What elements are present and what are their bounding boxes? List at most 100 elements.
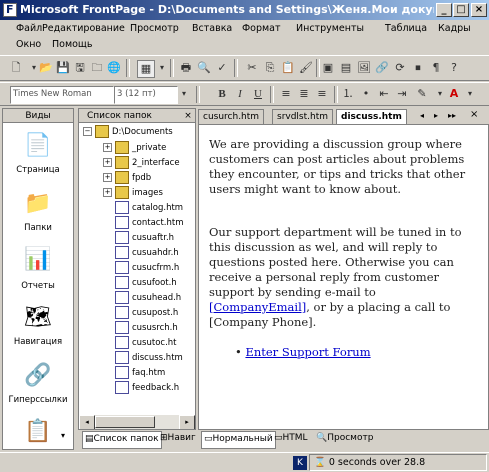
file-row[interactable]: cususrch.h — [115, 321, 178, 336]
file-row[interactable]: cusucfrm.h — [115, 261, 179, 276]
menu-format[interactable]: Формат — [242, 23, 281, 34]
page-editor[interactable]: We are providing a discussion group wher… — [198, 124, 489, 430]
tab-preview[interactable]: 🔍Просмотр — [316, 431, 373, 447]
minimize-button[interactable]: _ — [436, 3, 452, 17]
menu-help[interactable]: Помощь — [52, 39, 92, 50]
cut-icon[interactable]: ✂ — [244, 60, 260, 76]
tasks-view-icon[interactable]: 📋 — [23, 417, 53, 447]
refresh-icon[interactable]: ⟳ — [392, 60, 408, 76]
close-button[interactable]: × — [471, 3, 487, 17]
file-row[interactable]: cusufoot.h — [115, 276, 177, 291]
tab-srvdlst[interactable]: srvdlst.htm — [272, 109, 334, 125]
print-icon[interactable]: 🖶 — [178, 60, 194, 76]
views-label-hyperlinks[interactable]: Гиперссылки — [3, 395, 73, 405]
file-row[interactable]: cusuhead.h — [115, 291, 181, 306]
tab-cusurch[interactable]: cusurch.htm — [198, 109, 265, 125]
hyperlinks-view-icon[interactable]: 🔗 — [23, 361, 53, 391]
save-icon[interactable]: 💾 — [55, 60, 71, 76]
file-row[interactable]: feedback.h — [115, 381, 179, 396]
views-dropdown-icon[interactable]: ▾ — [154, 60, 170, 76]
folder-row[interactable]: +2_interface — [103, 156, 180, 171]
file-row[interactable]: contact.htm — [115, 216, 184, 231]
align-left-icon[interactable]: ≡ — [278, 86, 294, 102]
file-row[interactable]: cusuaftr.h — [115, 231, 174, 246]
new-page-icon[interactable]: 🗋 — [8, 60, 24, 76]
folder-root[interactable]: − D:\Documents — [83, 125, 173, 140]
font-color-dropdown-icon[interactable]: ▾ — [462, 86, 478, 102]
help-icon[interactable]: ? — [446, 60, 462, 76]
copy-icon[interactable]: ⎘ — [262, 60, 278, 76]
font-combo[interactable]: Times New Roman — [10, 86, 114, 104]
align-center-icon[interactable]: ≣ — [296, 86, 312, 102]
views-label-folders[interactable]: Папки — [3, 223, 73, 233]
menu-view[interactable]: Просмотр — [130, 23, 179, 34]
font-size-combo[interactable]: 3 (12 пт) — [114, 86, 178, 104]
bold-button[interactable]: B — [214, 86, 230, 102]
maximize-button[interactable]: □ — [453, 3, 469, 17]
tab-discuss[interactable]: discuss.htm — [336, 109, 407, 125]
file-row[interactable]: cusupost.h — [115, 306, 178, 321]
scroll-left-icon[interactable]: ◂ — [79, 415, 95, 429]
insert-component-icon[interactable]: ▣ — [320, 60, 336, 76]
reports-view-icon[interactable]: 📊 — [23, 245, 53, 275]
size-dropdown-icon[interactable]: ▾ — [176, 86, 192, 102]
format-painter-icon[interactable]: 🖌 — [298, 60, 314, 76]
file-row[interactable]: faq.htm — [115, 366, 165, 381]
navigation-view-icon[interactable]: 🗺 — [23, 303, 53, 333]
insert-table-icon[interactable]: ▤ — [338, 60, 354, 76]
hyperlink-icon[interactable]: 🔗 — [374, 60, 390, 76]
publish-icon[interactable]: 🖫 — [72, 60, 88, 76]
tab-navigation[interactable]: ⊞Навиг — [160, 431, 196, 447]
file-row[interactable]: catalog.htm — [115, 201, 183, 216]
numbering-icon[interactable]: ⒈ — [340, 86, 356, 102]
show-all-icon[interactable]: ¶ — [428, 60, 444, 76]
menu-tools[interactable]: Инструменты — [296, 23, 364, 34]
align-right-icon[interactable]: ≡ — [314, 86, 330, 102]
tab-scroll-next-icon[interactable]: ▸ — [434, 111, 438, 120]
views-label-page[interactable]: Страница — [3, 165, 73, 175]
tab-html[interactable]: ▭HTML — [274, 431, 308, 447]
folder-icon[interactable]: 🗀 — [89, 60, 105, 76]
menu-frames[interactable]: Кадры — [438, 23, 471, 34]
italic-button[interactable]: I — [232, 86, 248, 102]
tab-scroll-last-icon[interactable]: ▸▸ — [448, 111, 456, 120]
increase-indent-icon[interactable]: ⇥ — [394, 86, 410, 102]
stop-icon[interactable]: ⏹ — [410, 60, 426, 76]
tab-scroll-first-icon[interactable]: ◂ — [420, 111, 424, 120]
preview-icon[interactable]: 🔍 — [196, 60, 212, 76]
page-view-icon[interactable]: 📄 — [23, 131, 53, 161]
file-row[interactable]: cusuahdr.h — [115, 246, 179, 261]
underline-button[interactable]: U — [250, 86, 266, 102]
open-icon[interactable]: 📂 — [38, 60, 54, 76]
scroll-thumb[interactable] — [95, 416, 155, 428]
frontpage-app-icon[interactable]: F — [3, 3, 17, 17]
tab-close-icon[interactable]: × — [470, 109, 478, 120]
spelling-icon[interactable]: ✓ — [214, 60, 230, 76]
folder-view-icon[interactable]: 📁 — [23, 189, 53, 219]
views-scroll-down-icon[interactable]: ▾ — [61, 431, 65, 440]
file-row[interactable]: cusutoc.ht — [115, 336, 177, 351]
company-email-link[interactable]: [CompanyEmail] — [209, 300, 306, 314]
menu-edit[interactable]: Редактирование — [42, 23, 125, 34]
font-color-icon[interactable]: A — [446, 86, 462, 102]
views-toggle-icon[interactable]: ▦ — [137, 60, 155, 78]
web-icon[interactable]: 🌐 — [106, 60, 122, 76]
folder-row[interactable]: + fpdb — [103, 171, 151, 186]
tab-folder-list[interactable]: ▤Список папок — [82, 431, 162, 449]
folder-list-close-icon[interactable]: × — [183, 111, 193, 121]
folder-list-hscrollbar[interactable]: ◂ ▸ — [79, 415, 195, 429]
highlight-icon[interactable]: ✎ — [414, 86, 430, 102]
views-label-navigation[interactable]: Навигация — [3, 337, 73, 347]
insert-picture-icon[interactable]: 🖼 — [356, 60, 372, 76]
views-label-reports[interactable]: Отчеты — [3, 281, 73, 291]
paste-icon[interactable]: 📋 — [280, 60, 296, 76]
tab-normal[interactable]: ▭Нормальный — [201, 431, 276, 449]
file-row[interactable]: discuss.htm — [115, 351, 183, 366]
menu-insert[interactable]: Вставка — [192, 23, 232, 34]
menu-window[interactable]: Окно — [16, 39, 41, 50]
folder-row[interactable]: + images — [103, 186, 163, 201]
menu-file[interactable]: Файл — [16, 23, 42, 34]
folder-row[interactable]: + _private — [103, 141, 166, 156]
scroll-right-icon[interactable]: ▸ — [179, 415, 195, 429]
decrease-indent-icon[interactable]: ⇤ — [376, 86, 392, 102]
